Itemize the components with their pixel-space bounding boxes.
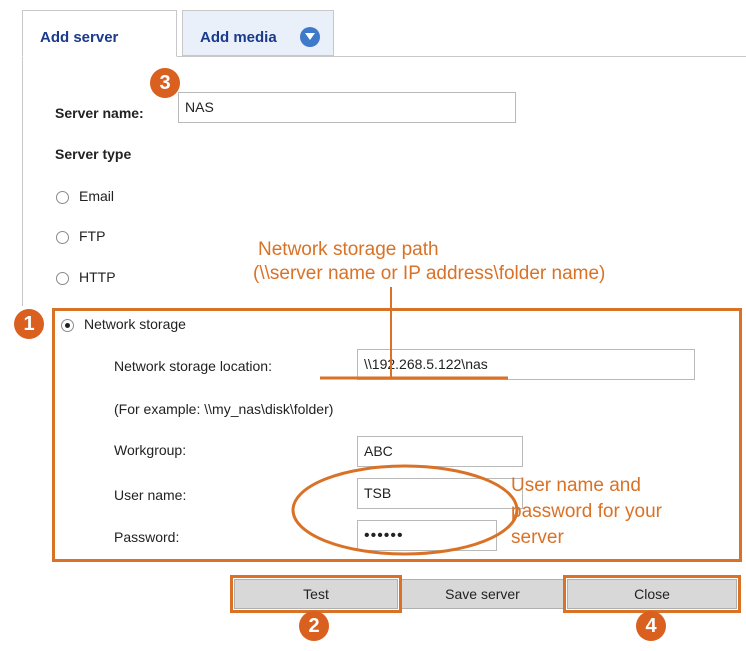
close-button-highlight: [563, 575, 741, 613]
step-badge-1: 1: [14, 309, 44, 339]
step-badge-3: 3: [150, 68, 180, 98]
step-badge-2: 2: [299, 611, 329, 641]
user-note-line1: User name and: [511, 475, 641, 496]
annotation-lines: [291, 287, 519, 556]
user-note-line3: server: [511, 527, 564, 548]
save-server-button[interactable]: Save server: [400, 579, 565, 609]
step-badge-4: 4: [636, 611, 666, 641]
test-button-highlight: [230, 575, 402, 613]
user-note-line2: password for your: [511, 501, 663, 522]
credentials-ellipse: [291, 464, 519, 556]
